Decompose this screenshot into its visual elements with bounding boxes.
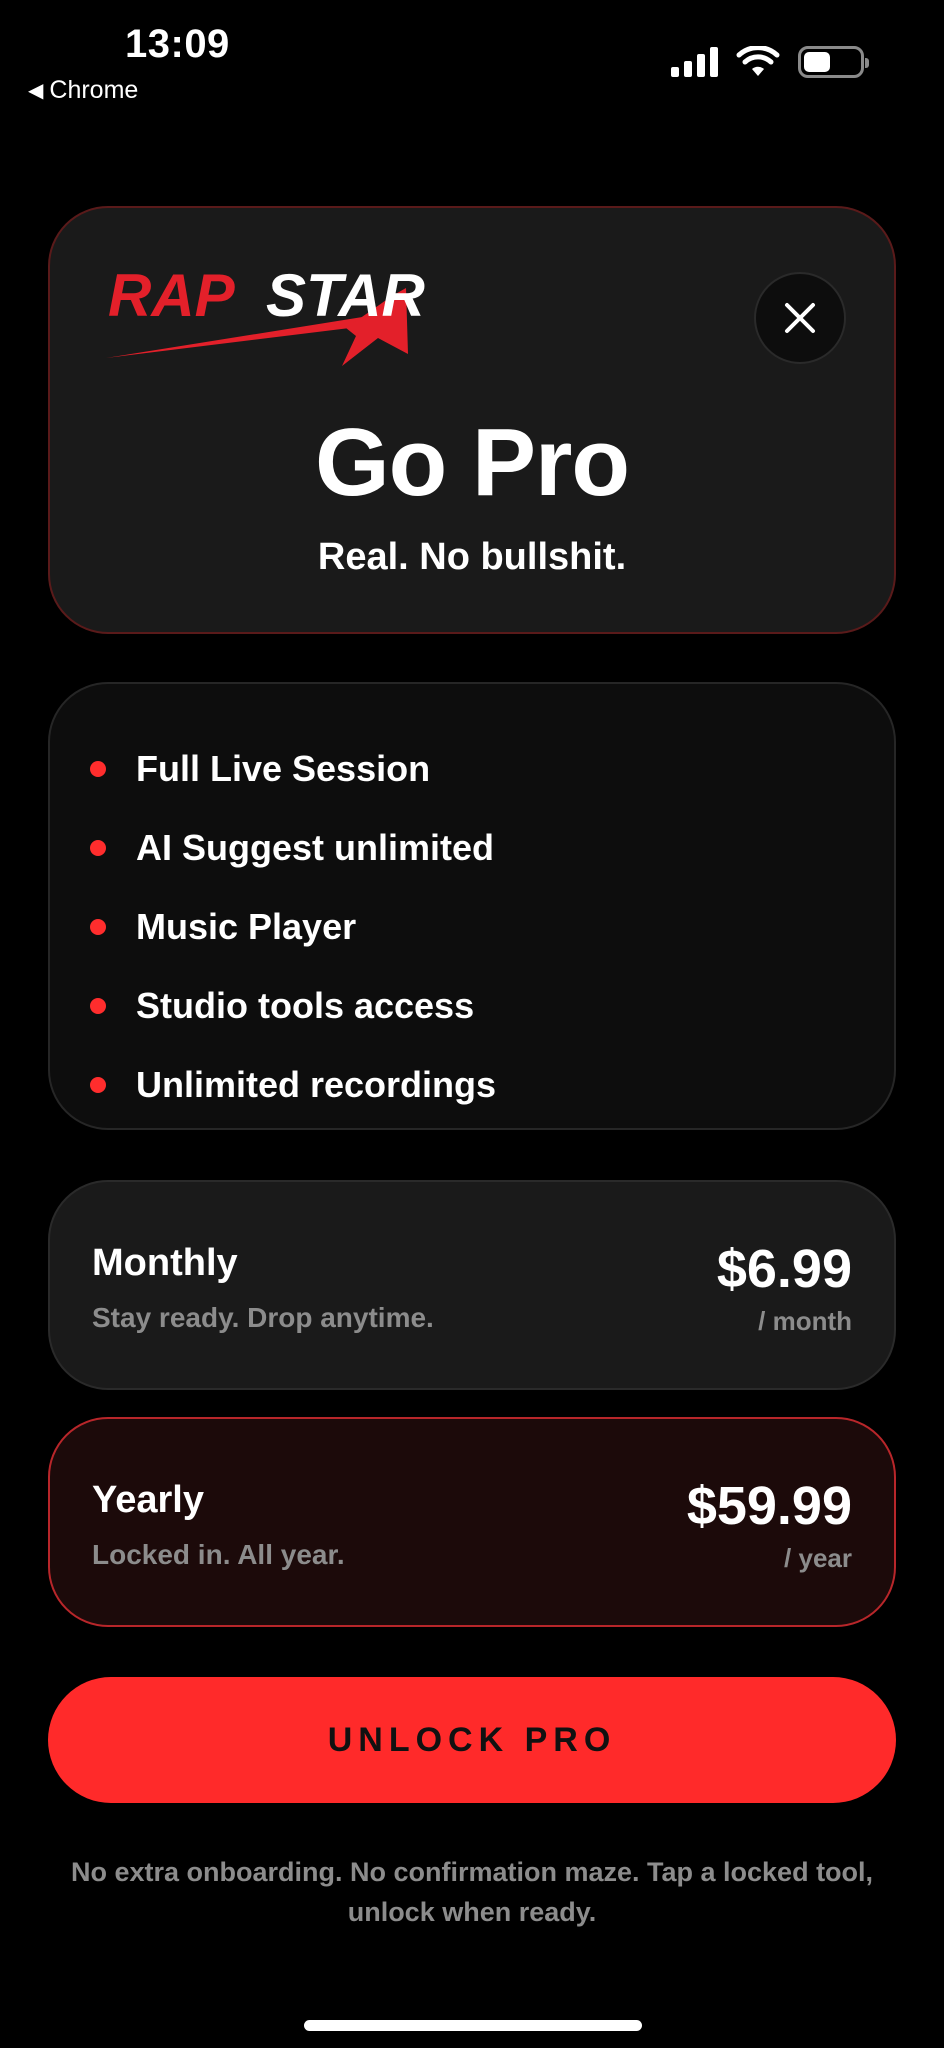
back-triangle-icon: ◀ bbox=[28, 80, 44, 102]
bullet-dot-icon bbox=[90, 997, 106, 1014]
status-time: 13:09 bbox=[125, 22, 230, 66]
features-card: Full Live Session AI Suggest unlimited M… bbox=[48, 682, 896, 1130]
svg-text:STAR: STAR bbox=[266, 262, 425, 329]
feature-label: Music Player bbox=[136, 905, 357, 947]
feature-label: Studio tools access bbox=[136, 984, 475, 1026]
paywall-screen: 13:09 ◀ Chrome RAP STAR Go Pro Real. No … bbox=[0, 0, 944, 2048]
battery-icon bbox=[798, 46, 869, 78]
plan-tagline: Locked in. All year. bbox=[92, 1539, 345, 1570]
plan-price: $59.99 bbox=[686, 1476, 852, 1536]
footnote-text: No extra onboarding. No confirmation maz… bbox=[70, 1857, 874, 1927]
close-button[interactable] bbox=[754, 272, 846, 364]
status-icons bbox=[671, 46, 869, 78]
plan-period: / year bbox=[784, 1543, 852, 1573]
bullet-dot-icon bbox=[90, 760, 106, 777]
wifi-icon bbox=[736, 46, 780, 76]
plan-name: Monthly bbox=[92, 1242, 238, 1284]
back-app-label: Chrome bbox=[49, 76, 139, 104]
feature-item: Unlimited recordings bbox=[90, 1045, 894, 1124]
feature-label: Full Live Session bbox=[136, 747, 431, 789]
plan-tagline: Stay ready. Drop anytime. bbox=[92, 1302, 434, 1333]
feature-label: Unlimited recordings bbox=[136, 1063, 497, 1105]
plan-name: Yearly bbox=[92, 1479, 204, 1521]
hero-card: RAP STAR Go Pro Real. No bullshit. bbox=[48, 206, 896, 634]
plan-price: $6.99 bbox=[716, 1239, 852, 1299]
feature-item: Studio tools access bbox=[90, 966, 894, 1045]
feature-item: AI Suggest unlimited bbox=[90, 808, 894, 887]
close-icon bbox=[785, 303, 815, 333]
plan-monthly-option[interactable]: Monthly Stay ready. Drop anytime. $6.99 … bbox=[48, 1180, 896, 1390]
bullet-dot-icon bbox=[90, 918, 106, 935]
home-indicator[interactable] bbox=[304, 2020, 642, 2031]
back-to-app-link[interactable]: ◀ Chrome bbox=[28, 76, 138, 105]
feature-item: Music Player bbox=[90, 887, 894, 966]
bullet-dot-icon bbox=[90, 839, 106, 856]
unlock-pro-button[interactable]: UNLOCK PRO bbox=[48, 1677, 896, 1803]
bullet-dot-icon bbox=[90, 1076, 106, 1093]
plan-period: / month bbox=[758, 1306, 852, 1336]
plan-yearly-option[interactable]: Yearly Locked in. All year. $59.99 / yea… bbox=[48, 1417, 896, 1627]
svg-text:RAP: RAP bbox=[108, 262, 236, 329]
rapstar-logo: RAP STAR bbox=[106, 262, 425, 366]
page-subtitle: Real. No bullshit. bbox=[317, 536, 627, 578]
feature-label: AI Suggest unlimited bbox=[136, 826, 495, 868]
cellular-signal-icon bbox=[671, 47, 718, 77]
page-title: Go Pro bbox=[314, 409, 630, 516]
feature-item: Full Live Session bbox=[90, 729, 894, 808]
